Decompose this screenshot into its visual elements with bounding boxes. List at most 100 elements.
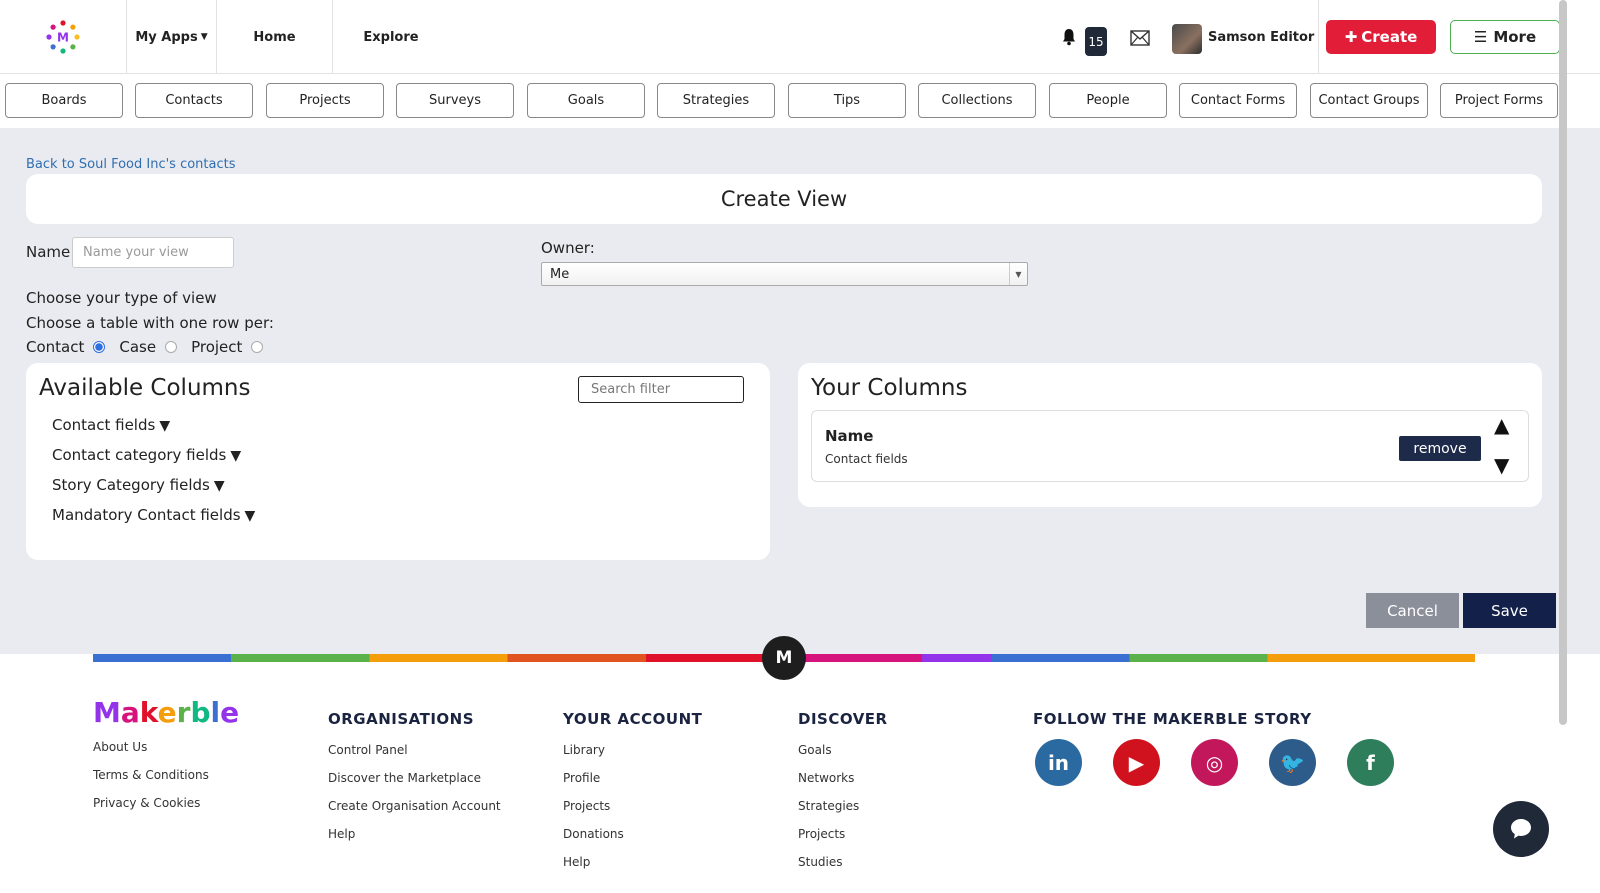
footer-link[interactable]: Projects: [798, 824, 888, 852]
radio-label-project: Project: [191, 338, 243, 356]
page-scrollbar[interactable]: [1559, 0, 1567, 725]
owner-select[interactable]: Me ▼: [541, 262, 1028, 286]
footer-link[interactable]: Projects: [563, 796, 702, 824]
footer-link-terms[interactable]: Terms & Conditions: [93, 765, 209, 793]
field-group-label: Mandatory Contact fields: [52, 506, 241, 524]
view-name-input[interactable]: [72, 237, 234, 268]
footer-link[interactable]: Networks: [798, 768, 888, 796]
footer-link[interactable]: Library: [563, 740, 702, 768]
footer-follow-title: FOLLOW THE MAKERBLE STORY: [1033, 710, 1312, 728]
more-label: More: [1493, 28, 1537, 46]
app-logo[interactable]: M: [0, 0, 127, 74]
triangle-down-icon: ▼: [213, 478, 225, 494]
footer-column-title: ORGANISATIONS: [328, 710, 475, 728]
page-title: Create View: [26, 174, 1542, 224]
footer-column-your-account: YOUR ACCOUNT Library Profile Projects Do…: [563, 710, 702, 880]
footer-brand-logo[interactable]: Makerble: [93, 696, 239, 729]
nav-explore[interactable]: Explore: [333, 0, 449, 74]
top-bar: M My Apps ▼ Home Explore 15 Samson Editor…: [0, 0, 1600, 74]
divider: [1318, 0, 1319, 74]
nav-home[interactable]: Home: [217, 0, 333, 74]
user-avatar[interactable]: [1172, 24, 1202, 54]
owner-label: Owner:: [541, 239, 595, 257]
footer-column-follow: FOLLOW THE MAKERBLE STORY: [1033, 710, 1312, 740]
youtube-icon[interactable]: ▶: [1113, 739, 1160, 786]
footer-link[interactable]: Goals: [798, 740, 888, 768]
subnav-contacts[interactable]: Contacts: [135, 83, 253, 118]
owner-selected-value: Me: [550, 266, 570, 282]
triangle-down-icon: ▼: [230, 448, 242, 464]
subnav-contact-forms[interactable]: Contact Forms: [1179, 83, 1297, 118]
chat-bubble-icon: [1511, 819, 1531, 839]
sub-navigation: Boards Contacts Projects Surveys Goals S…: [0, 74, 1600, 128]
subnav-projects[interactable]: Projects: [266, 83, 384, 118]
footer-link[interactable]: Control Panel: [328, 740, 501, 768]
remove-column-button[interactable]: remove: [1399, 436, 1481, 461]
dropdown-arrow-icon: ▼: [1009, 263, 1027, 285]
column-source: Contact fields: [825, 452, 908, 466]
create-label: Create: [1361, 28, 1418, 46]
save-button[interactable]: Save: [1463, 593, 1556, 628]
radio-case[interactable]: [165, 341, 178, 353]
user-name[interactable]: Samson Editor: [1208, 30, 1314, 45]
footer-link[interactable]: Donations: [563, 824, 702, 852]
field-group-contact-category[interactable]: Contact category fields ▼: [52, 446, 241, 464]
cancel-button[interactable]: Cancel: [1366, 593, 1459, 628]
linkedin-icon[interactable]: in: [1035, 739, 1082, 786]
chat-widget-button[interactable]: [1493, 801, 1549, 857]
field-group-contact[interactable]: Contact fields ▼: [52, 416, 170, 434]
field-group-label: Contact fields: [52, 416, 156, 434]
footer-column-title: DISCOVER: [798, 710, 888, 728]
available-columns-title: Available Columns: [39, 375, 251, 401]
subnav-tips[interactable]: Tips: [788, 83, 906, 118]
triangle-down-icon: ▼: [159, 418, 171, 434]
radio-project[interactable]: [251, 341, 264, 353]
list-icon: ☰: [1473, 28, 1488, 46]
column-name: Name: [825, 427, 874, 445]
footer-logo-badge: M: [762, 636, 806, 680]
subnav-people[interactable]: People: [1049, 83, 1167, 118]
footer-link[interactable]: Help: [328, 824, 501, 852]
subnav-contact-groups[interactable]: Contact Groups: [1310, 83, 1428, 118]
facebook-icon[interactable]: f: [1347, 739, 1394, 786]
footer-link[interactable]: Strategies: [798, 796, 888, 824]
field-group-label: Contact category fields: [52, 446, 227, 464]
radio-label-contact: Contact: [26, 338, 85, 356]
subnav-project-forms[interactable]: Project Forms: [1440, 83, 1558, 118]
footer: M Makerble About Us Terms & Conditions P…: [0, 636, 1600, 893]
field-group-mandatory-contact[interactable]: Mandatory Contact fields ▼: [52, 506, 255, 524]
footer-link[interactable]: Create Organisation Account: [328, 796, 501, 824]
subnav-surveys[interactable]: Surveys: [396, 83, 514, 118]
field-group-story-category[interactable]: Story Category fields ▼: [52, 476, 225, 494]
create-button[interactable]: ✚ Create: [1326, 20, 1436, 54]
subnav-strategies[interactable]: Strategies: [657, 83, 775, 118]
twitter-icon[interactable]: 🐦: [1269, 739, 1316, 786]
footer-link-privacy[interactable]: Privacy & Cookies: [93, 793, 209, 821]
my-apps-menu[interactable]: My Apps ▼: [127, 0, 217, 74]
radio-label-case: Case: [119, 338, 157, 356]
footer-link[interactable]: Discover the Marketplace: [328, 768, 501, 796]
field-group-label: Story Category fields: [52, 476, 210, 494]
plus-icon: ✚: [1344, 28, 1358, 46]
subnav-goals[interactable]: Goals: [527, 83, 645, 118]
more-button[interactable]: ☰ More: [1450, 20, 1560, 54]
view-type-label: Choose your type of view: [26, 289, 217, 307]
bell-icon[interactable]: [1062, 28, 1076, 46]
table-row-label: Choose a table with one row per:: [26, 314, 274, 332]
search-filter-input[interactable]: [578, 376, 744, 403]
subnav-collections[interactable]: Collections: [918, 83, 1036, 118]
move-up-icon[interactable]: ▲: [1494, 413, 1509, 437]
footer-link[interactable]: Studies: [798, 852, 888, 880]
notification-count-badge[interactable]: 15: [1085, 27, 1107, 56]
move-down-icon[interactable]: ▼: [1494, 453, 1509, 477]
footer-link[interactable]: Profile: [563, 768, 702, 796]
triangle-down-icon: ▼: [244, 508, 256, 524]
your-columns-title: Your Columns: [811, 375, 968, 401]
instagram-icon[interactable]: ◎: [1191, 739, 1238, 786]
mail-icon[interactable]: [1130, 30, 1150, 46]
footer-link[interactable]: Help: [563, 852, 702, 880]
radio-contact[interactable]: [93, 341, 106, 353]
back-to-contacts-link[interactable]: Back to Soul Food Inc's contacts: [26, 157, 236, 172]
subnav-boards[interactable]: Boards: [5, 83, 123, 118]
footer-link-about[interactable]: About Us: [93, 737, 209, 765]
